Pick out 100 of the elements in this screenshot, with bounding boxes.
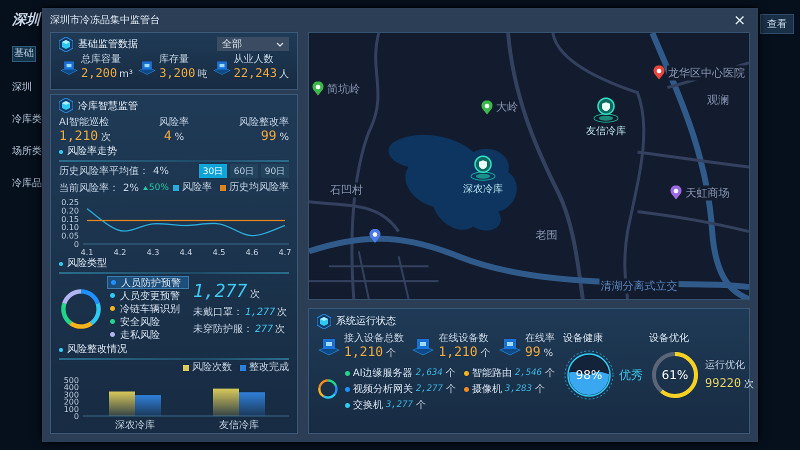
stat-value: 3,283 — [504, 384, 532, 394]
range-tab[interactable]: 90日 — [261, 164, 289, 178]
bullet-icon — [59, 262, 63, 266]
unit-label: 吨 — [197, 68, 208, 81]
stat-value: 1,210 — [59, 128, 98, 144]
unit-label: 次 — [101, 130, 112, 144]
stat-value: 3,200 — [159, 66, 196, 81]
bar — [109, 392, 135, 416]
legend-label: 风险率 — [182, 182, 212, 194]
map-label: 友信冷库 — [586, 124, 626, 138]
axis-tick-label: 0.25 — [61, 198, 79, 207]
stat-value: 1,210 — [438, 345, 478, 360]
section-title: 设备优化 — [649, 333, 690, 345]
axis-tick-label: 0.05 — [61, 231, 79, 240]
unit-label: 人 — [278, 68, 289, 81]
section-title: 冷库品 — [12, 176, 42, 190]
close-button[interactable]: × — [729, 12, 750, 28]
stat-value: 2,277 — [416, 384, 443, 394]
unit-label: 次 — [277, 306, 288, 320]
place-label: 石凹村 — [328, 182, 364, 198]
hexagon-cube-icon — [317, 314, 331, 328]
section-title: 风险率走势 — [67, 146, 117, 158]
glowing-platform-icon — [212, 58, 232, 76]
axis-tick-label: 500 — [64, 376, 79, 386]
range-tab[interactable]: 60日 — [230, 164, 258, 178]
view-button[interactable]: 查看 — [760, 14, 794, 34]
window-title: 深圳市冷冻品集中监管台 — [50, 14, 160, 27]
unit-label: 个 — [386, 347, 396, 360]
section-title: 风险类型 — [67, 258, 107, 270]
map-pin-icon — [481, 100, 494, 114]
device-label: 摄像机 — [472, 382, 502, 396]
bar — [239, 392, 265, 416]
total-count: 1,277 — [193, 281, 248, 302]
unit-label: 个 — [480, 347, 491, 360]
stat-label: 运行优化 — [705, 360, 746, 372]
stat-value: 4 — [164, 128, 172, 144]
axis-tick-label: 300 — [64, 390, 79, 400]
unit-label: 个 — [535, 383, 545, 396]
place-label: 大岭 — [495, 100, 520, 115]
stat-value: 2% — [123, 182, 139, 194]
donut-ring-drawing — [59, 286, 103, 331]
stat-label: AI智能巡检 — [59, 116, 110, 129]
map-pin-icon — [653, 66, 666, 80]
road-label: 清湖分离式立交 — [600, 278, 678, 294]
unit-label: 个 — [446, 383, 456, 396]
stat-label: 在线率 — [524, 333, 555, 345]
axis-tick-label: 4.1 — [80, 248, 94, 256]
stat-value: 2,634 — [416, 368, 443, 378]
map-pin-icon — [670, 186, 682, 200]
unit-label: 个 — [416, 399, 426, 412]
map-pin-icon — [312, 82, 324, 96]
panel-title: 基础监管数据 — [78, 38, 138, 51]
place-label: 龙华区中心医院 — [667, 65, 746, 80]
unit-label: % — [544, 348, 554, 359]
stat-label: 未穿防护服： — [193, 324, 253, 336]
bullet-icon — [59, 150, 63, 154]
risk-type-item[interactable]: 人员变更预警 — [107, 289, 189, 302]
gauge-reading: 98% — [576, 368, 602, 382]
ring-gauge-drawing — [649, 349, 701, 401]
hexagon-cube-icon — [59, 36, 73, 52]
parking-pin-icon — [369, 229, 381, 243]
bar — [213, 388, 239, 416]
bar — [135, 395, 161, 416]
axis-tick-label: 0 — [74, 412, 79, 422]
stat-label: 总库容量 — [81, 54, 122, 66]
bullet-icon — [59, 348, 63, 352]
filter-field[interactable]: 基础 — [12, 46, 36, 62]
gauge-reading: 61% — [662, 368, 688, 382]
dropdown-field[interactable]: 全部 — [217, 37, 289, 51]
axis-tick-label: 400 — [64, 383, 79, 392]
map-label: 深农冷库 — [462, 182, 503, 196]
risk-type-item[interactable]: 人员防护预警 — [107, 276, 189, 290]
stat-label: 从业人数 — [234, 54, 275, 66]
risk-type-item[interactable]: 安全风险 — [107, 315, 189, 328]
unit-label: % — [279, 132, 289, 143]
axis-tick-label: 4.5 — [212, 248, 226, 256]
legend-label: 风险次数 — [192, 362, 232, 374]
device-label: AI边缘服务器 — [352, 366, 413, 380]
change-value: 50% — [148, 183, 169, 194]
stat-label: 当前风险率： — [59, 182, 119, 196]
stat-label: 历史风险率平均值： — [59, 164, 149, 178]
section-title: 风险整改情况 — [67, 344, 127, 356]
stat-value: 3,277 — [386, 400, 413, 410]
unit-label: m³ — [119, 69, 133, 80]
shield-pin-icon — [592, 96, 620, 124]
stat-value: 1,210 — [344, 345, 384, 360]
axis-tick-label: 4.6 — [246, 248, 258, 256]
axis-tick-label: 4.3 — [146, 248, 160, 256]
stat-label: 风险率 — [158, 116, 189, 129]
risk-type-item[interactable]: 冷链车辆识别 — [107, 302, 189, 316]
axis-tick-label: 0 — [74, 240, 79, 249]
axis-tick-label: 4.7 — [278, 248, 291, 256]
stat-value: 99 — [524, 345, 541, 360]
glowing-platform-icon — [137, 58, 158, 76]
hexagon-cube-icon — [59, 98, 73, 114]
triangle-up-icon — [142, 186, 148, 190]
dashboard-title: 深圳 — [12, 12, 42, 28]
axis-tick-label: 4.4 — [180, 248, 192, 256]
shield-pin-icon — [468, 154, 497, 182]
risk-type-item[interactable]: 走私风险 — [107, 328, 189, 342]
